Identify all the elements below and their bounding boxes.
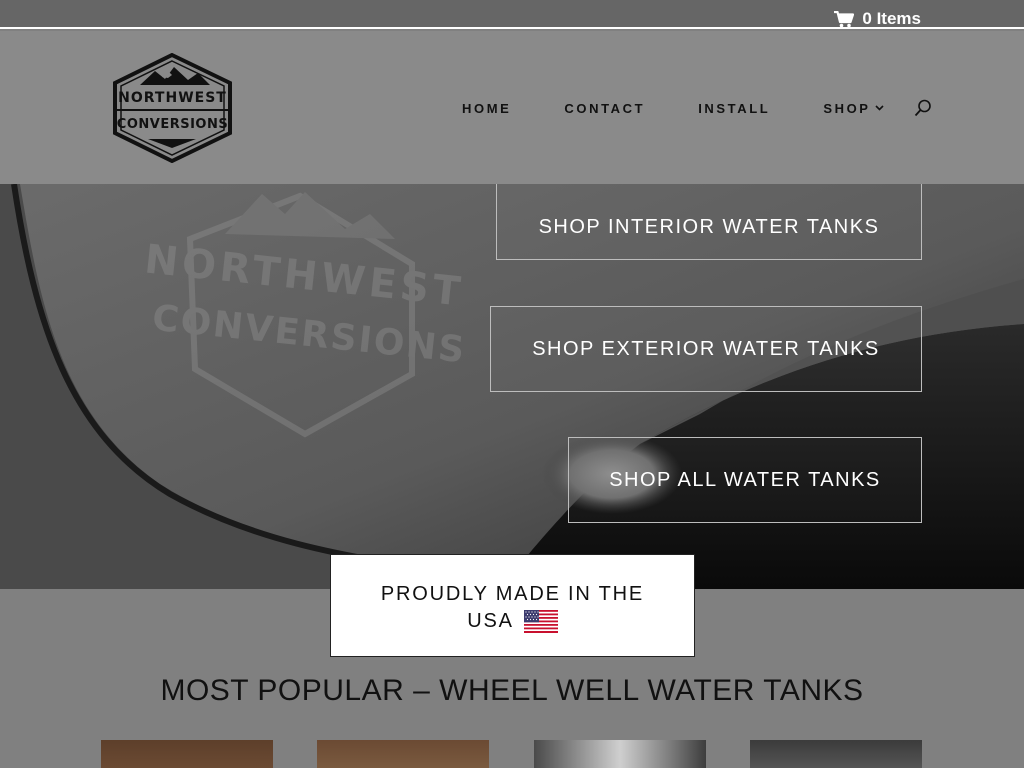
made-in-usa-badge: PROUDLY MADE IN THE USA [330,554,695,657]
product-thumbnail[interactable] [534,740,706,768]
northwest-conversions-logo[interactable]: NORTHWEST CONVERSIONS [110,53,235,163]
shop-all-tanks-button[interactable]: SHOP ALL WATER TANKS [568,437,922,523]
chevron-down-icon [875,105,884,111]
shop-exterior-tanks-button[interactable]: SHOP EXTERIOR WATER TANKS [490,306,922,392]
us-flag-icon [523,610,558,633]
top-bar: 0 Items [0,0,1024,29]
most-popular-heading: MOST POPULAR – WHEEL WELL WATER TANKS [160,674,864,707]
hero-banner: NORTHWEST CONVERSIONS SHOP INTERIOR WATE… [0,184,1024,589]
shopping-cart-icon [834,10,855,27]
logo-line1: NORTHWEST [118,90,227,106]
shop-interior-tanks-button[interactable]: SHOP INTERIOR WATER TANKS [496,184,922,260]
main-nav: HOME CONTACT INSTALL SHOP [462,99,932,117]
product-thumbnail[interactable] [101,740,273,768]
usa-badge-line1: PROUDLY MADE IN THE [380,583,645,605]
product-thumbnail[interactable] [317,740,489,768]
search-icon[interactable] [914,99,932,117]
site-header: NORTHWEST CONVERSIONS HOME CONTACT INSTA… [0,31,1024,184]
usa-badge-country: USA [467,610,514,632]
nav-contact[interactable]: CONTACT [564,101,645,116]
cart-count-label: 0 Items [862,9,921,28]
nav-install[interactable]: INSTALL [698,101,770,116]
product-thumbnail[interactable] [750,740,922,768]
nav-shop-label: SHOP [823,100,871,116]
nav-home[interactable]: HOME [462,101,511,116]
usa-badge-line2: USA [331,608,694,635]
logo-line2: CONVERSIONS [117,117,228,132]
cart-link[interactable]: 0 Items [834,9,921,29]
nav-shop[interactable]: SHOP [823,100,884,116]
